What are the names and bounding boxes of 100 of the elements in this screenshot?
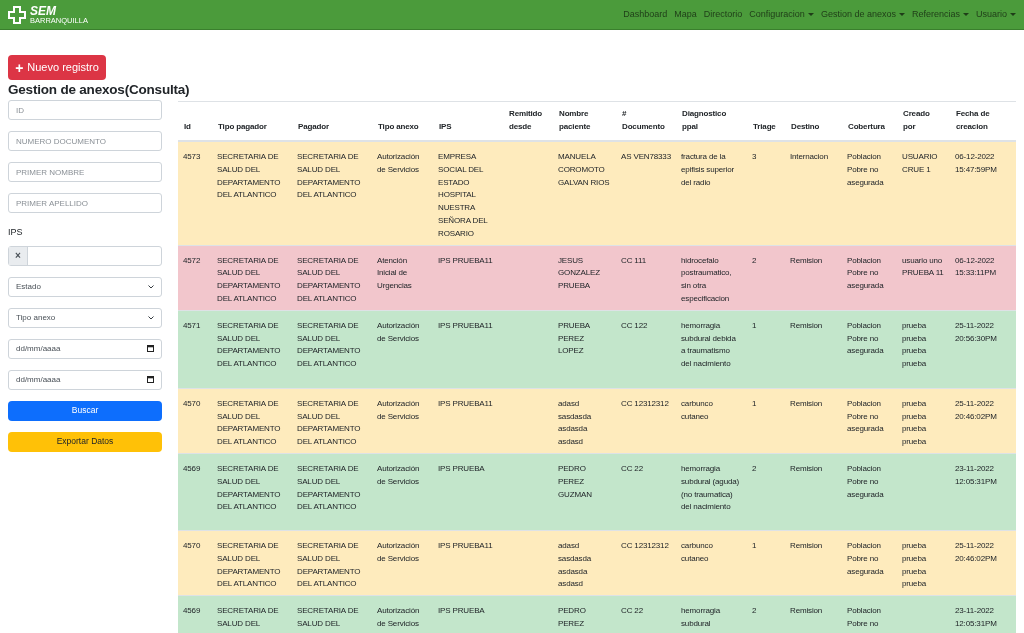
table-cell: 06-12-2022 15:47:59PM bbox=[955, 152, 997, 174]
table-cell: CC 111 bbox=[621, 255, 647, 265]
table-cell: CC 12312312 bbox=[621, 398, 669, 408]
table-cell: 23-11-2022 12:05:31PM bbox=[955, 606, 997, 628]
table-cell: 2 bbox=[752, 606, 757, 616]
table-cell: SECRETARIA DE SALUD DEL bbox=[297, 606, 359, 628]
date-field[interactable]: dd/mm/aaaa bbox=[8, 369, 162, 390]
table-cell: Remision bbox=[790, 320, 823, 330]
table-cell: JESUS GONZALEZ PRUEBA bbox=[558, 255, 600, 291]
column-header: # Documento bbox=[622, 109, 665, 132]
table-cell: MANUELA COROMOTO GALVAN RIOS bbox=[558, 152, 610, 187]
column-header: Diagnostico ppal bbox=[682, 109, 727, 132]
export-button[interactable]: Exportar Datos bbox=[8, 431, 162, 452]
table-cell: CC 22 bbox=[621, 606, 643, 616]
table-cell: Autorización de Servicios bbox=[377, 320, 420, 343]
table-cell: SECRETARIA DE SALUD DEL bbox=[217, 606, 279, 628]
table-cell: SECRETARIA DE SALUD DEL DEPARTAMENTO DEL ATLANTICO bbox=[297, 255, 361, 303]
table-cell: SECRETARIA DE SALUD DEL DEPARTAMENTO DEL ATLANTICO bbox=[297, 152, 361, 200]
table-cell: 4570 bbox=[183, 398, 201, 408]
table-cell: 4573 bbox=[183, 152, 201, 161]
chevron-down-icon bbox=[148, 315, 154, 320]
table-cell: SECRETARIA DE SALUD DEL DEPARTAMENTO DEL ATLANTICO bbox=[297, 540, 361, 589]
calendar-icon bbox=[147, 376, 154, 383]
table-cell: SECRETARIA DE SALUD DEL DEPARTAMENTO DEL ATLANTICO bbox=[217, 463, 281, 512]
column-header: Tipo pagador bbox=[218, 122, 267, 132]
table-cell: 25-11-2022 20:56:30PM bbox=[955, 320, 997, 343]
nav-link[interactable]: Configuracion bbox=[749, 7, 814, 22]
input-field[interactable]: NUMERO DOCUMENTO bbox=[8, 131, 162, 151]
table-cell: carbunco cutaneo bbox=[681, 398, 713, 421]
table-cell: Autorización de Servicios bbox=[377, 540, 420, 563]
input-field[interactable]: PRIMER NOMBRE bbox=[8, 162, 162, 182]
nav-link[interactable]: Dashboard bbox=[623, 7, 668, 22]
table-cell: Poblacion Pobre no asegurada bbox=[847, 463, 884, 499]
table-cell: prueba prueba prueba prueba bbox=[902, 398, 926, 447]
nav-link[interactable]: Mapa bbox=[674, 7, 697, 22]
input-field[interactable]: ID bbox=[8, 100, 162, 120]
column-header: Fecha de creacion bbox=[956, 109, 990, 132]
table-cell: 4572 bbox=[183, 255, 201, 265]
column-header: Cobertura bbox=[848, 122, 885, 132]
table-cell: hemorragia subdural bbox=[681, 606, 720, 628]
table-cell: Autorización de Servicios bbox=[377, 463, 420, 486]
column-header: Id bbox=[184, 122, 191, 132]
caret-icon bbox=[963, 13, 969, 16]
input-field[interactable]: PRIMER APELLIDO bbox=[8, 193, 162, 213]
table-cell: hemorragia subdural debida a traumatismo del nacimiento bbox=[681, 320, 736, 369]
table-cell: SECRETARIA DE SALUD DEL DEPARTAMENTO DEL ATLANTICO bbox=[217, 255, 281, 303]
cross-logo-icon bbox=[8, 5, 26, 24]
new-record-button[interactable]: + Nuevo registro bbox=[8, 55, 106, 80]
table-cell: 25-11-2022 20:46:02PM bbox=[955, 540, 997, 563]
logo-text: SEM bbox=[30, 4, 57, 17]
table-cell: prueba prueba prueba prueba bbox=[902, 320, 926, 369]
table-cell: PEDRO PEREZ bbox=[558, 606, 586, 628]
table-cell: 1 bbox=[752, 398, 757, 408]
table-cell: AS VEN78333 bbox=[621, 152, 671, 161]
date-field[interactable]: dd/mm/aaaa bbox=[8, 338, 162, 359]
search-button[interactable]: Buscar bbox=[8, 400, 162, 421]
select-field[interactable]: Estado bbox=[8, 276, 162, 297]
table-cell: SECRETARIA DE SALUD DEL DEPARTAMENTO DEL ATLANTICO bbox=[217, 320, 281, 369]
nav-link[interactable]: Referencias bbox=[911, 7, 969, 22]
table-cell: adasd sasdasda asdasda asdasd bbox=[558, 540, 592, 589]
table-cell: Poblacion Pobre no asegurada bbox=[847, 152, 884, 187]
table-cell: SECRETARIA DE SALUD DEL DEPARTAMENTO DEL ATLANTICO bbox=[217, 540, 281, 589]
table-cell: Internacion bbox=[790, 152, 828, 161]
table-cell: Remision bbox=[790, 255, 823, 265]
chevron-down-icon bbox=[148, 284, 154, 289]
table-cell: carbunco cutaneo bbox=[681, 540, 713, 563]
table-cell: CC 12312312 bbox=[621, 540, 669, 550]
nav-link[interactable]: Gestion de anexos bbox=[820, 7, 905, 22]
clear-button[interactable]: × bbox=[9, 246, 28, 265]
table-cell: IPS PRUEBA bbox=[438, 606, 485, 616]
table-cell: Autorización de Servicios bbox=[377, 606, 420, 628]
select-field[interactable]: Tipo anexo bbox=[8, 307, 162, 328]
column-header: Remitido desde bbox=[509, 109, 543, 132]
table-cell: SECRETARIA DE SALUD DEL DEPARTAMENTO DEL ATLANTICO bbox=[297, 320, 361, 369]
table-cell: SECRETARIA DE SALUD DEL DEPARTAMENTO DEL ATLANTICO bbox=[297, 463, 361, 512]
table-cell: fractura de la epifisis superior del radio bbox=[681, 152, 735, 187]
column-header: IPS bbox=[439, 122, 452, 132]
table-cell: 2 bbox=[752, 255, 757, 265]
table-cell: 1 bbox=[752, 540, 757, 550]
nav-link[interactable]: Usuario bbox=[976, 7, 1016, 22]
column-header: Nombre paciente bbox=[559, 109, 591, 132]
table-cell: EMPRESA SOCIAL DEL ESTADO HOSPITAL NUESTRA SEÑORA DEL ROSARIO bbox=[438, 152, 488, 238]
table-cell: 4569 bbox=[183, 463, 201, 473]
table-cell: 1 bbox=[752, 320, 757, 330]
table-cell: prueba prueba prueba prueba bbox=[902, 540, 926, 589]
field-label: IPS bbox=[8, 226, 24, 239]
table-cell: 4569 bbox=[183, 606, 201, 616]
table-cell: Autorización de Servicios bbox=[377, 398, 420, 421]
table-cell: IPS PRUEBA bbox=[438, 463, 485, 473]
page-title: Gestion de anexos(Consulta) bbox=[8, 81, 190, 99]
table-cell: Poblacion Pobre no asegurada bbox=[847, 540, 884, 576]
table-cell: CC 22 bbox=[621, 463, 643, 473]
table-cell: IPS PRUEBA11 bbox=[438, 320, 493, 330]
table-cell: PRUEBA PEREZ LOPEZ bbox=[558, 320, 590, 356]
calendar-icon bbox=[147, 345, 154, 352]
column-header: Pagador bbox=[298, 122, 329, 132]
nav-link[interactable]: Directorio bbox=[703, 7, 743, 22]
caret-icon bbox=[807, 13, 814, 16]
select-field[interactable]: × bbox=[8, 245, 162, 266]
table-cell: 06-12-2022 15:33:11PM bbox=[955, 255, 997, 278]
